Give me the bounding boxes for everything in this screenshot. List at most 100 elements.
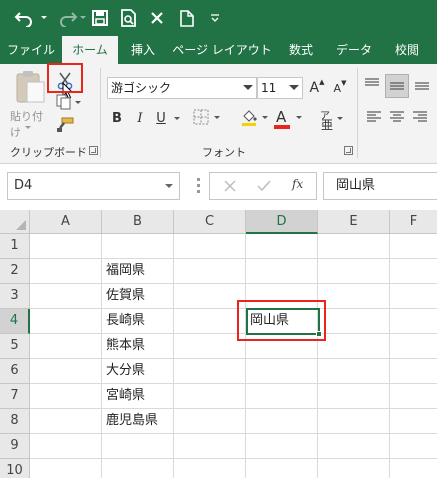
cell-e10[interactable] (318, 459, 390, 478)
cell-f8[interactable] (390, 409, 437, 434)
save-icon[interactable] (89, 5, 111, 31)
cell-c10[interactable] (174, 459, 246, 478)
cell-e7[interactable] (318, 384, 390, 409)
cell-e9[interactable] (318, 434, 390, 459)
cell-a8[interactable] (30, 409, 102, 434)
cell-b2[interactable]: 福岡県 (102, 259, 174, 284)
shrink-font-button[interactable]: A ▼ (330, 78, 350, 98)
align-right-button[interactable] (412, 110, 430, 130)
font-color-dropdown-icon[interactable] (296, 116, 302, 119)
copy-button[interactable] (56, 94, 81, 114)
phonetic-dropdown-icon[interactable] (337, 117, 343, 120)
grow-font-button[interactable]: A ▲ (307, 78, 327, 98)
cell-f10[interactable] (390, 459, 437, 478)
tab-page-layout[interactable]: ページ レイアウト (168, 36, 276, 64)
cell-f2[interactable] (390, 259, 437, 284)
cell-b1[interactable] (102, 234, 174, 259)
close-icon[interactable] (146, 5, 168, 31)
row-header-2[interactable]: 2 (0, 259, 30, 284)
font-launcher-icon[interactable] (344, 146, 353, 155)
cell-c1[interactable] (174, 234, 246, 259)
cell-d2[interactable] (246, 259, 318, 284)
align-center-button[interactable] (389, 110, 407, 130)
cell-a9[interactable] (30, 434, 102, 459)
cancel-icon[interactable] (223, 179, 237, 196)
row-header-10[interactable]: 10 (0, 459, 30, 478)
new-document-icon[interactable] (176, 5, 198, 31)
underline-button[interactable]: U (153, 108, 169, 128)
align-middle-button[interactable] (385, 74, 409, 98)
underline-dropdown-icon[interactable] (174, 117, 180, 120)
cell-b4[interactable]: 長崎県 (102, 309, 174, 334)
fill-color-dropdown-icon[interactable] (262, 116, 268, 119)
cell-d10[interactable] (246, 459, 318, 478)
tab-home[interactable]: ホーム (62, 36, 118, 64)
cell-e8[interactable] (318, 409, 390, 434)
print-preview-icon[interactable] (118, 5, 140, 31)
select-all-button[interactable] (0, 210, 30, 234)
cell-e4[interactable] (318, 309, 390, 334)
cell-b8[interactable]: 鹿児島県 (102, 409, 174, 434)
cell-b6[interactable]: 大分県 (102, 359, 174, 384)
cell-c3[interactable] (174, 284, 246, 309)
cell-d6[interactable] (246, 359, 318, 384)
cell-b5[interactable]: 熊本県 (102, 334, 174, 359)
cell-a4[interactable] (30, 309, 102, 334)
cell-c8[interactable] (174, 409, 246, 434)
cell-f6[interactable] (390, 359, 437, 384)
cell-c9[interactable] (174, 434, 246, 459)
cell-f9[interactable] (390, 434, 437, 459)
column-header-d[interactable]: D (246, 210, 318, 234)
cell-d9[interactable] (246, 434, 318, 459)
cell-e1[interactable] (318, 234, 390, 259)
cell-d1[interactable] (246, 234, 318, 259)
cell-e6[interactable] (318, 359, 390, 384)
row-header-3[interactable]: 3 (0, 284, 30, 309)
cell-a6[interactable] (30, 359, 102, 384)
column-header-f[interactable]: F (390, 210, 437, 234)
insert-function-button[interactable]: fx (292, 177, 303, 191)
tab-insert[interactable]: 挿入 (118, 36, 168, 64)
customize-qat-icon[interactable] (206, 5, 224, 31)
format-painter-button[interactable] (56, 117, 78, 137)
tab-data[interactable]: データ (326, 36, 382, 64)
tab-formulas[interactable]: 数式 (276, 36, 326, 64)
row-header-4[interactable]: 4 (0, 309, 30, 334)
paste-dropdown-icon[interactable] (25, 126, 31, 129)
undo-dropdown-icon[interactable] (41, 16, 47, 19)
redo-dropdown-icon[interactable] (80, 16, 86, 19)
cell-c6[interactable] (174, 359, 246, 384)
cell-a1[interactable] (30, 234, 102, 259)
cell-b10[interactable] (102, 459, 174, 478)
cell-d7[interactable] (246, 384, 318, 409)
cell-e2[interactable] (318, 259, 390, 284)
row-header-8[interactable]: 8 (0, 409, 30, 434)
cell-b7[interactable]: 宮崎県 (102, 384, 174, 409)
cell-e5[interactable] (318, 334, 390, 359)
cell-a10[interactable] (30, 459, 102, 478)
align-left-button[interactable] (366, 110, 384, 130)
cell-a3[interactable] (30, 284, 102, 309)
cell-f3[interactable] (390, 284, 437, 309)
column-header-b[interactable]: B (102, 210, 174, 234)
column-header-c[interactable]: C (174, 210, 246, 234)
row-header-9[interactable]: 9 (0, 434, 30, 459)
redo-icon[interactable] (54, 5, 80, 31)
bold-button[interactable]: B (109, 108, 125, 128)
column-header-e[interactable]: E (318, 210, 390, 234)
copy-dropdown-icon[interactable] (75, 101, 81, 104)
cell-f4[interactable] (390, 309, 437, 334)
borders-button[interactable] (193, 109, 223, 129)
formula-input[interactable]: 岡山県 (323, 172, 437, 200)
cell-a7[interactable] (30, 384, 102, 409)
enter-check-icon[interactable] (257, 179, 271, 196)
cell-a5[interactable] (30, 334, 102, 359)
name-box[interactable]: D4 (7, 172, 180, 200)
tab-review[interactable]: 校閲 (382, 36, 432, 64)
fill-color-button[interactable] (240, 108, 270, 130)
tab-file[interactable]: ファイル (0, 36, 62, 64)
font-size-dropdown[interactable]: 11 (257, 77, 303, 99)
italic-button[interactable]: I (132, 108, 148, 128)
cell-c2[interactable] (174, 259, 246, 284)
cell-d8[interactable] (246, 409, 318, 434)
